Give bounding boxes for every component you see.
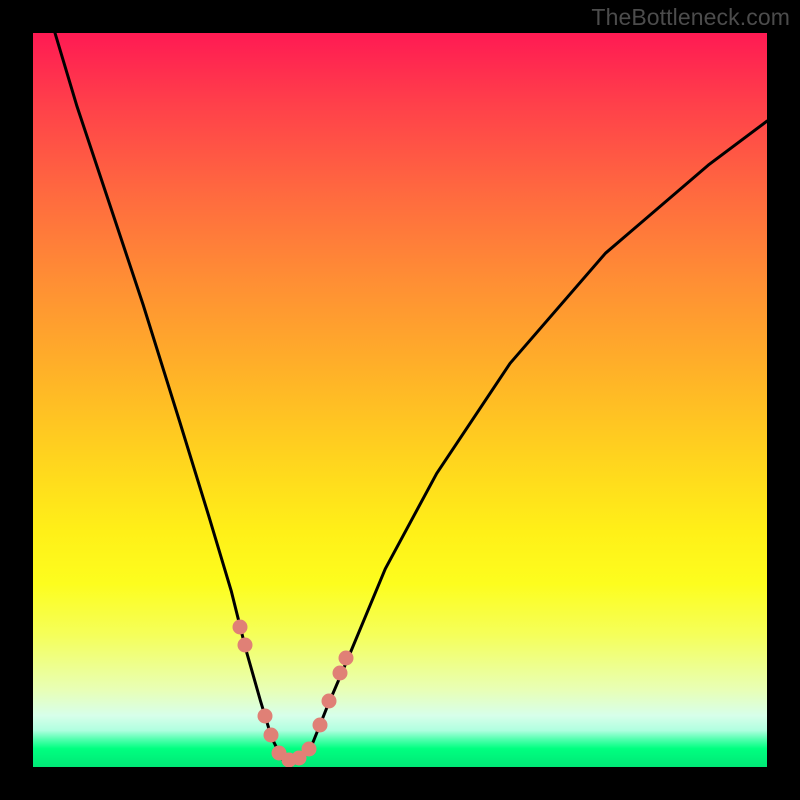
marker-dot (302, 742, 317, 757)
marker-dot (264, 728, 279, 743)
marker-dot (233, 620, 248, 635)
marker-dot (238, 638, 253, 653)
marker-dot (339, 651, 354, 666)
chart-frame: TheBottleneck.com (0, 0, 800, 800)
bottleneck-curve (55, 33, 767, 767)
plot-area (33, 33, 767, 767)
v-curve-path (55, 33, 767, 767)
watermark-text: TheBottleneck.com (591, 4, 790, 31)
marker-band (233, 620, 354, 768)
marker-dot (322, 694, 337, 709)
marker-dot (313, 718, 328, 733)
marker-dot (258, 709, 273, 724)
marker-dot (333, 666, 348, 681)
curve-layer (33, 33, 767, 767)
